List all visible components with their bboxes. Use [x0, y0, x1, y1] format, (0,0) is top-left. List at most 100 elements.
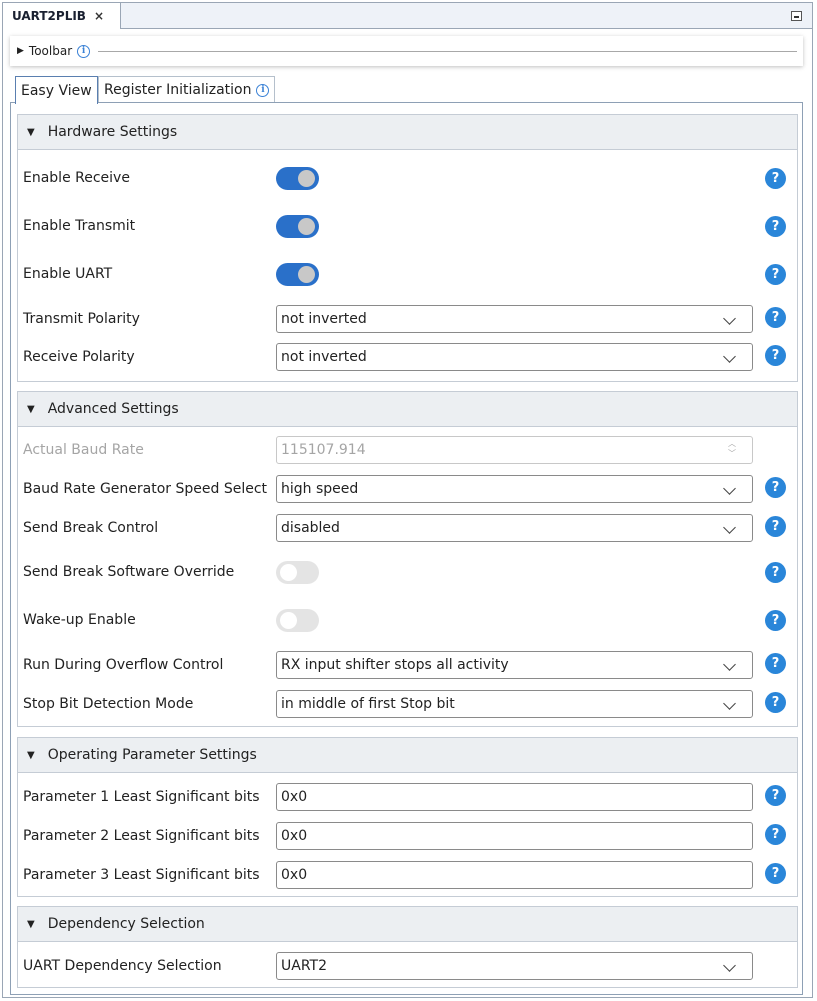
- chevron-down-icon: [723, 658, 736, 671]
- section-title: Hardware Settings: [47, 124, 178, 140]
- toggle-knob: [298, 170, 315, 187]
- uart-dependency-select[interactable]: UART2: [276, 952, 753, 980]
- param1-label: Parameter 1 Least Significant bits: [23, 789, 260, 805]
- help-icon[interactable]: ?: [765, 785, 786, 806]
- chevron-down-icon: [723, 521, 736, 534]
- help-icon[interactable]: ?: [765, 824, 786, 845]
- field-value: 115107.914: [281, 442, 366, 458]
- chevron-down-icon: [723, 312, 736, 325]
- section-dependency-selection: ▼ Dependency Selection UART Dependency S…: [17, 906, 798, 988]
- editor-tab-uart2plib[interactable]: UART2PLIB ×: [3, 3, 121, 29]
- send-break-override-toggle[interactable]: [276, 561, 319, 584]
- tab-register-initialization[interactable]: Register Initialization i: [98, 76, 276, 103]
- select-value: UART2: [281, 958, 327, 974]
- section-operating-parameters: ▼ Operating Parameter Settings Parameter…: [17, 737, 798, 897]
- send-break-control-select[interactable]: disabled: [276, 514, 753, 542]
- section-header-hardware[interactable]: ▼ Hardware Settings: [18, 115, 797, 150]
- actual-baud-rate-label: Actual Baud Rate: [23, 442, 144, 458]
- expand-triangle-icon[interactable]: ▶: [17, 46, 24, 56]
- section-title: Dependency Selection: [47, 916, 205, 932]
- brg-speed-select[interactable]: high speed: [276, 475, 753, 503]
- section-advanced-settings: ▼ Advanced Settings Actual Baud Rate 115…: [17, 391, 798, 727]
- brg-speed-label: Baud Rate Generator Speed Select: [23, 481, 268, 497]
- enable-receive-toggle[interactable]: [276, 167, 319, 190]
- help-icon[interactable]: ?: [765, 216, 786, 237]
- enable-transmit-toggle[interactable]: [276, 215, 319, 238]
- help-icon[interactable]: ?: [765, 345, 786, 366]
- send-break-control-label: Send Break Control: [23, 520, 159, 536]
- editor-tab-title: UART2PLIB: [12, 9, 86, 23]
- actual-baud-rate-field: 115107.914 ︿ ﹀: [276, 436, 753, 464]
- tab-register-initialization-label: Register Initialization: [104, 82, 252, 98]
- editor-tab-strip: UART2PLIB ×: [3, 3, 812, 29]
- toggle-knob: [280, 564, 297, 581]
- enable-transmit-label: Enable Transmit: [23, 218, 136, 234]
- input-value: 0x0: [281, 789, 308, 805]
- enable-receive-label: Enable Receive: [23, 170, 130, 186]
- tab-easy-view-label: Easy View: [21, 82, 92, 99]
- help-icon[interactable]: ?: [765, 168, 786, 189]
- spinner-arrows-icon: ︿ ﹀: [728, 439, 736, 458]
- stop-bit-detection-select[interactable]: in middle of first Stop bit: [276, 690, 753, 718]
- input-value: 0x0: [281, 828, 308, 844]
- toolbar-divider: [98, 50, 797, 52]
- section-header-advanced[interactable]: ▼ Advanced Settings: [18, 392, 797, 427]
- select-value: high speed: [281, 481, 359, 497]
- easy-view-panel: ▼ Hardware Settings Enable Receive ? Ena…: [10, 102, 803, 995]
- toolbar-label[interactable]: Toolbar: [29, 44, 72, 58]
- info-icon[interactable]: i: [77, 44, 91, 58]
- transmit-polarity-label: Transmit Polarity: [23, 311, 140, 327]
- param1-input[interactable]: 0x0: [276, 783, 753, 811]
- collapse-triangle-icon[interactable]: ▼: [27, 750, 35, 761]
- chevron-down-icon: [723, 350, 736, 363]
- section-header-dependency[interactable]: ▼ Dependency Selection: [18, 907, 797, 942]
- transmit-polarity-select[interactable]: not inverted: [276, 305, 753, 333]
- close-icon[interactable]: ×: [94, 9, 104, 23]
- collapse-triangle-icon[interactable]: ▼: [27, 127, 35, 138]
- toggle-knob: [280, 612, 297, 629]
- help-icon[interactable]: ?: [765, 653, 786, 674]
- param3-label: Parameter 3 Least Significant bits: [23, 867, 260, 883]
- toggle-knob: [298, 218, 315, 235]
- help-icon[interactable]: ?: [765, 516, 786, 537]
- tab-easy-view[interactable]: Easy View: [15, 76, 98, 104]
- select-value: not inverted: [281, 311, 367, 327]
- help-icon[interactable]: ?: [765, 477, 786, 498]
- uart-dependency-label: UART Dependency Selection: [23, 958, 222, 974]
- param2-input[interactable]: 0x0: [276, 822, 753, 850]
- minimize-icon[interactable]: [791, 11, 802, 21]
- run-during-overflow-select[interactable]: RX input shifter stops all activity: [276, 651, 753, 679]
- receive-polarity-select[interactable]: not inverted: [276, 343, 753, 371]
- select-value: RX input shifter stops all activity: [281, 657, 509, 673]
- collapse-triangle-icon[interactable]: ▼: [27, 404, 35, 415]
- info-icon[interactable]: i: [256, 83, 270, 97]
- chevron-down-icon: [723, 482, 736, 495]
- select-value: in middle of first Stop bit: [281, 696, 455, 712]
- help-icon[interactable]: ?: [765, 863, 786, 884]
- section-header-operating[interactable]: ▼ Operating Parameter Settings: [18, 738, 797, 773]
- wakeup-enable-toggle[interactable]: [276, 609, 319, 632]
- help-icon[interactable]: ?: [765, 562, 786, 583]
- run-during-overflow-label: Run During Overflow Control: [23, 657, 224, 673]
- help-icon[interactable]: ?: [765, 307, 786, 328]
- send-break-override-label: Send Break Software Override: [23, 564, 235, 580]
- help-icon[interactable]: ?: [765, 264, 786, 285]
- toolbar-panel: ▶ Toolbar i: [10, 36, 803, 66]
- help-icon[interactable]: ?: [765, 610, 786, 631]
- receive-polarity-label: Receive Polarity: [23, 349, 135, 365]
- select-value: not inverted: [281, 349, 367, 365]
- section-hardware-settings: ▼ Hardware Settings Enable Receive ? Ena…: [17, 114, 798, 382]
- param3-input[interactable]: 0x0: [276, 861, 753, 889]
- input-value: 0x0: [281, 867, 308, 883]
- section-title: Operating Parameter Settings: [47, 747, 257, 763]
- toggle-knob: [298, 266, 315, 283]
- stop-bit-detection-label: Stop Bit Detection Mode: [23, 696, 194, 712]
- chevron-down-icon: [723, 959, 736, 972]
- enable-uart-label: Enable UART: [23, 266, 113, 282]
- wakeup-enable-label: Wake-up Enable: [23, 612, 136, 628]
- enable-uart-toggle[interactable]: [276, 263, 319, 286]
- section-title: Advanced Settings: [47, 401, 179, 417]
- collapse-triangle-icon[interactable]: ▼: [27, 919, 35, 930]
- select-value: disabled: [281, 520, 340, 536]
- help-icon[interactable]: ?: [765, 692, 786, 713]
